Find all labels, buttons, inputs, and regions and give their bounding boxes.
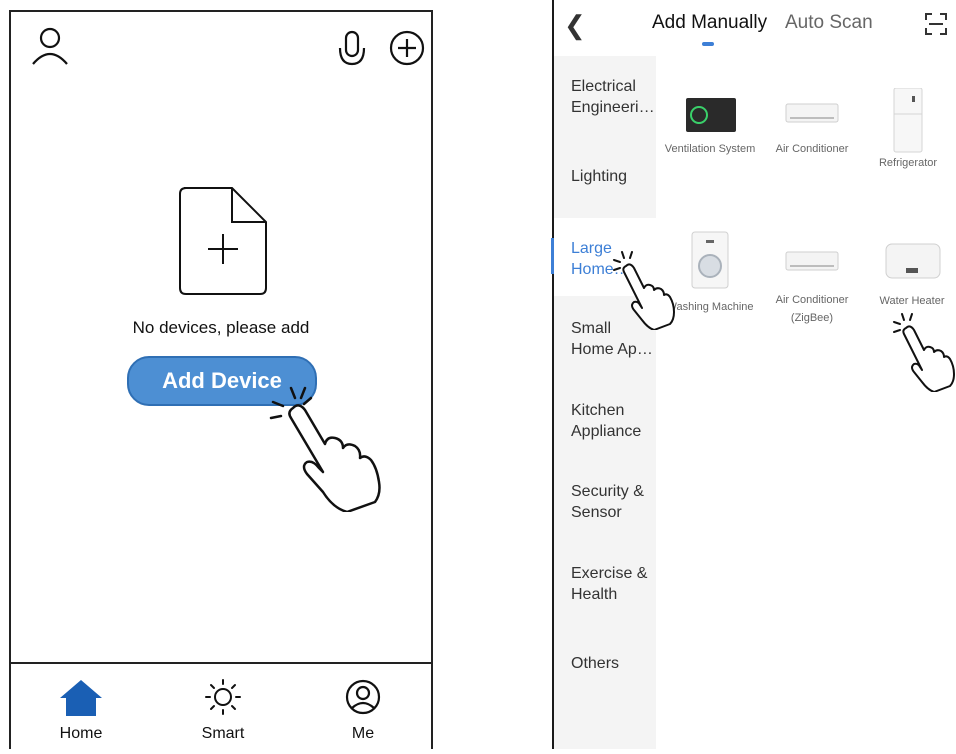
bottom-tab-bar: Home Smart Me <box>11 662 431 754</box>
microphone-icon[interactable] <box>335 30 369 68</box>
category-kitchen[interactable]: Kitchen Appliance <box>571 400 655 442</box>
tap-hand-icon <box>613 251 675 330</box>
air-conditioner-icon <box>785 103 839 123</box>
add-circle-icon[interactable] <box>389 30 425 66</box>
tab-home[interactable]: Home <box>41 678 121 743</box>
scan-icon[interactable] <box>924 12 948 36</box>
device-refrigerator[interactable]: Refrigerator <box>860 87 956 173</box>
category-lighting[interactable]: Lighting <box>571 166 655 187</box>
tab-add-manually[interactable]: Add Manually <box>652 12 767 34</box>
category-others[interactable]: Others <box>571 653 655 674</box>
ventilation-system-icon <box>686 98 736 132</box>
air-conditioner-icon <box>785 251 839 271</box>
add-document-icon <box>179 187 267 295</box>
device-air-conditioner-zigbee[interactable]: Air Conditioner (ZigBee) <box>764 234 860 327</box>
tab-me[interactable]: Me <box>323 678 403 743</box>
device-label: Water Heater <box>879 295 945 307</box>
active-category-bar <box>551 238 554 274</box>
category-security[interactable]: Security & Sensor <box>571 481 655 523</box>
header: ❮ Add Manually Auto Scan <box>554 0 956 56</box>
empty-state-message: No devices, please add <box>132 318 310 337</box>
tab-smart-label: Smart <box>201 725 245 742</box>
home-icon <box>60 680 102 716</box>
active-tab-indicator <box>702 42 714 46</box>
device-label: Air Conditioner (ZigBee) <box>775 294 849 324</box>
refrigerator-icon <box>893 87 923 153</box>
device-label: Ventilation System <box>664 143 756 155</box>
device-label: Air Conditioner <box>775 143 849 155</box>
device-ventilation[interactable]: Ventilation System <box>662 88 758 159</box>
category-electrical[interactable]: Electrical Engineeri… <box>571 76 655 118</box>
category-exercise[interactable]: Exercise & Health <box>571 563 655 605</box>
sun-icon <box>205 679 241 715</box>
device-air-conditioner[interactable]: Air Conditioner <box>764 88 860 159</box>
tab-smart[interactable]: Smart <box>183 678 263 743</box>
tab-auto-scan[interactable]: Auto Scan <box>785 12 873 34</box>
device-label: Refrigerator <box>878 157 938 169</box>
add-device-screen: ❮ Add Manually Auto Scan Electrical Engi… <box>551 0 956 749</box>
tap-hand-icon <box>269 386 381 512</box>
device-water-heater[interactable]: Water Heater <box>864 234 956 311</box>
tab-home-label: Home <box>59 725 103 742</box>
wireframe-phone: No devices, please add Add Device Home S… <box>9 10 433 749</box>
profile-icon[interactable] <box>31 26 69 68</box>
person-circle-icon <box>345 679 381 715</box>
water-heater-icon <box>885 243 941 279</box>
back-chevron-icon[interactable]: ❮ <box>564 10 586 41</box>
washing-machine-icon <box>691 231 729 289</box>
category-sidebar: Electrical Engineeri… Lighting Large Hom… <box>551 56 656 749</box>
tap-hand-icon <box>893 313 955 392</box>
tab-me-label: Me <box>351 725 375 742</box>
